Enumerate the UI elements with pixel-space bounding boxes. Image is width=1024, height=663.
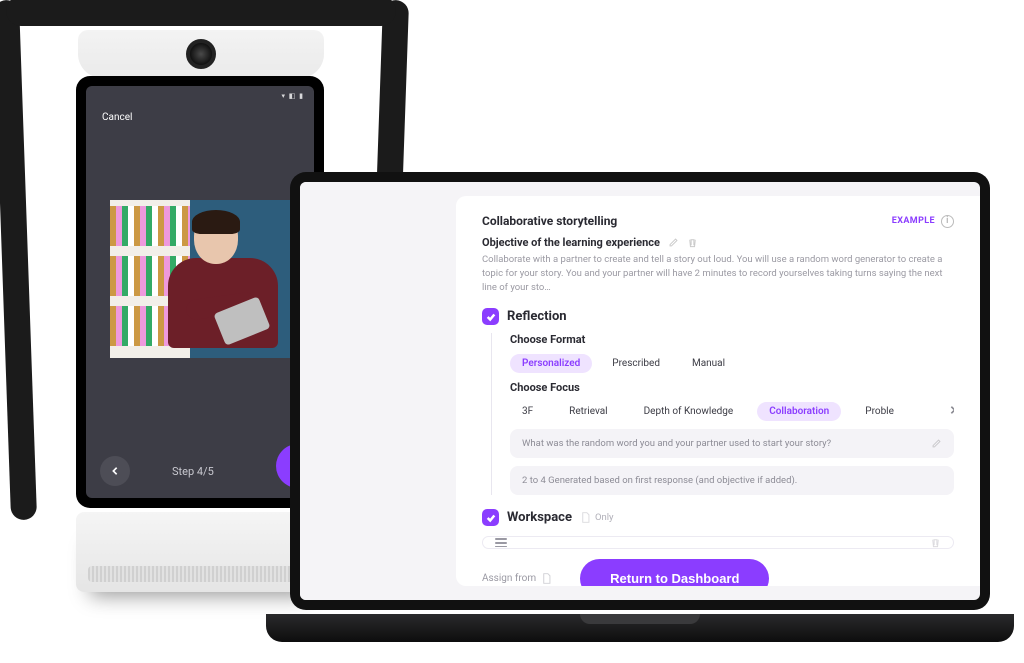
laptop-base: [266, 614, 1014, 642]
laptop-notch: [580, 614, 700, 624]
tablet-photo-preview: [110, 200, 290, 358]
workspace-title: Workspace: [507, 510, 572, 525]
document-icon: [541, 573, 552, 584]
delete-icon[interactable]: [687, 237, 698, 248]
workspace-checkbox[interactable]: [482, 509, 499, 526]
kiosk-webcam: [78, 30, 324, 78]
format-prescribed[interactable]: Prescribed: [600, 354, 672, 373]
tablet-step-indicator: Step 4/5: [172, 465, 214, 478]
focus-retrieval[interactable]: Retrieval: [557, 402, 619, 421]
card-title: Collaborative storytelling: [482, 214, 617, 228]
photo-person: [162, 210, 282, 358]
reflection-prompt-2: 2 to 4 Generated based on first response…: [510, 466, 954, 495]
reflection-prompt-1[interactable]: What was the random word you and your pa…: [510, 429, 954, 458]
focus-scroll-right[interactable]: [948, 405, 954, 418]
objective-label: Objective of the learning experience: [482, 236, 660, 249]
format-manual[interactable]: Manual: [680, 354, 737, 373]
workspace-only-text: Only: [595, 512, 614, 523]
document-icon: [580, 512, 591, 523]
format-pills: Personalized Prescribed Manual: [510, 354, 954, 373]
kiosk-post-left: [0, 0, 37, 520]
reflection-header: Reflection: [482, 308, 954, 325]
edit-icon[interactable]: [668, 237, 679, 248]
objective-body: Collaborate with a partner to create and…: [482, 253, 954, 294]
edit-icon[interactable]: [931, 438, 942, 449]
reflection-prompt-1-text: What was the random word you and your pa…: [522, 438, 831, 449]
laptop-bezel: Collaborative storytelling EXAMPLE i Obj…: [290, 172, 990, 610]
reflection-prompt-2-text: 2 to 4 Generated based on first response…: [522, 475, 797, 486]
objective-row: Objective of the learning experience: [482, 236, 954, 249]
focus-problem[interactable]: Proble: [853, 402, 906, 421]
workspace-only-chip[interactable]: Only: [580, 512, 614, 523]
focus-label: Choose Focus: [510, 381, 954, 394]
reflection-body: Choose Format Personalized Prescribed Ma…: [491, 333, 954, 495]
delete-icon[interactable]: [930, 537, 941, 548]
app-sidebar-placeholder: [300, 182, 456, 600]
tablet-statusbar: ▾ ◧ ▮: [282, 92, 304, 100]
focus-depth[interactable]: Depth of Knowledge: [632, 402, 746, 421]
card-header: Collaborative storytelling EXAMPLE i: [482, 214, 954, 228]
laptop-display: Collaborative storytelling EXAMPLE i Obj…: [300, 182, 980, 600]
focus-collaboration[interactable]: Collaboration: [757, 402, 841, 421]
workspace-header: Workspace Only: [482, 509, 954, 526]
kiosk-crossbar: [6, 0, 396, 26]
laptop-device: Collaborative storytelling EXAMPLE i Obj…: [266, 172, 1014, 642]
assign-from[interactable]: Assign from: [482, 573, 552, 584]
drag-handle-icon[interactable]: [495, 538, 507, 547]
reflection-checkbox[interactable]: [482, 308, 499, 325]
return-to-dashboard-button[interactable]: Return to Dashboard: [580, 559, 769, 586]
reflection-title: Reflection: [507, 309, 567, 324]
focus-pills: 3F Retrieval Depth of Knowledge Collabor…: [510, 402, 954, 421]
focus-3f[interactable]: 3F: [510, 402, 545, 421]
example-badge: EXAMPLE i: [892, 215, 954, 228]
tablet-back-button[interactable]: [100, 456, 130, 486]
assign-from-label: Assign from: [482, 573, 536, 584]
example-badge-text: EXAMPLE: [892, 216, 935, 226]
info-icon[interactable]: i: [941, 215, 954, 228]
format-label: Choose Format: [510, 333, 954, 346]
format-personalized[interactable]: Personalized: [510, 354, 592, 373]
tablet-cancel-button[interactable]: Cancel: [102, 112, 132, 123]
workspace-input[interactable]: [482, 536, 954, 549]
editor-card: Collaborative storytelling EXAMPLE i Obj…: [456, 196, 980, 586]
card-footer: Assign from Return to Dashboard: [482, 549, 954, 586]
